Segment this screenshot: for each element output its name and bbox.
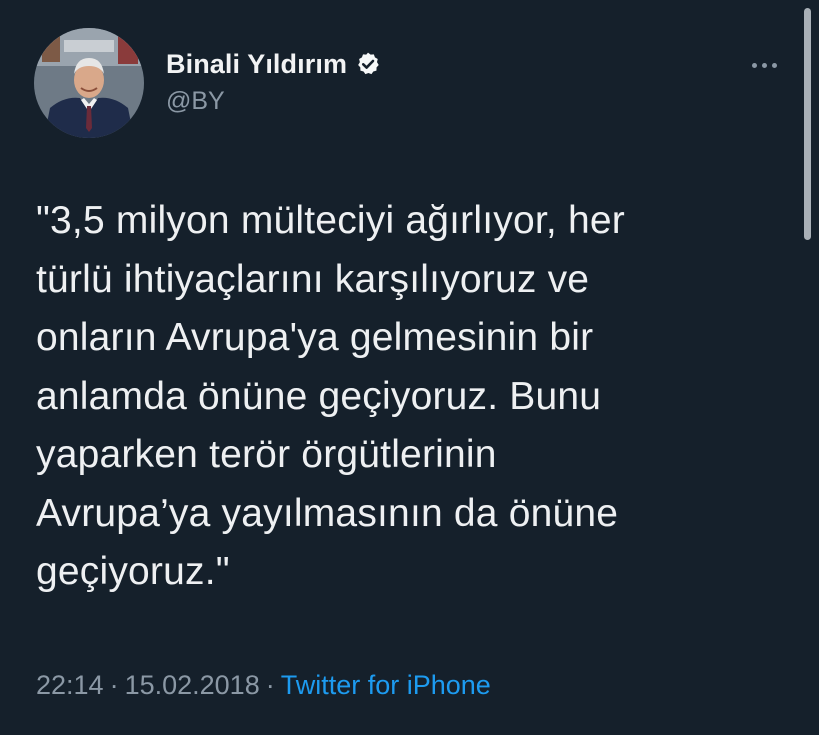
tweet-card: Binali Yıldırım @BY "3,5 milyon mülteciy… <box>0 0 819 735</box>
more-horizontal-icon-dot <box>771 62 777 68</box>
meta-separator: · <box>265 670 275 700</box>
tweet-text: "3,5 milyon mülteciyi ağırlıyor, her tür… <box>36 199 625 593</box>
more-horizontal-icon <box>751 62 757 68</box>
author-name-row: Binali Yıldırım <box>166 47 381 81</box>
tweet-source-link[interactable]: Twitter for iPhone <box>281 670 491 700</box>
author-handle[interactable]: @BY <box>166 87 381 116</box>
tweet-time[interactable]: 22:14 <box>36 670 104 700</box>
author-avatar[interactable] <box>34 28 144 138</box>
meta-separator: · <box>109 670 119 700</box>
scrollbar-thumb[interactable] <box>804 8 811 240</box>
more-options-button[interactable] <box>744 50 784 80</box>
more-horizontal-icon-dot <box>761 62 767 68</box>
verified-badge-icon <box>355 51 381 77</box>
tweet-metadata: 22:14 · 15.02.2018 · Twitter for iPhone <box>36 670 491 701</box>
author-display-name[interactable]: Binali Yıldırım <box>166 49 347 80</box>
tweet-date[interactable]: 15.02.2018 <box>125 670 260 700</box>
tweet-author: Binali Yıldırım @BY <box>166 47 381 116</box>
profile-photo-icon <box>34 28 144 138</box>
